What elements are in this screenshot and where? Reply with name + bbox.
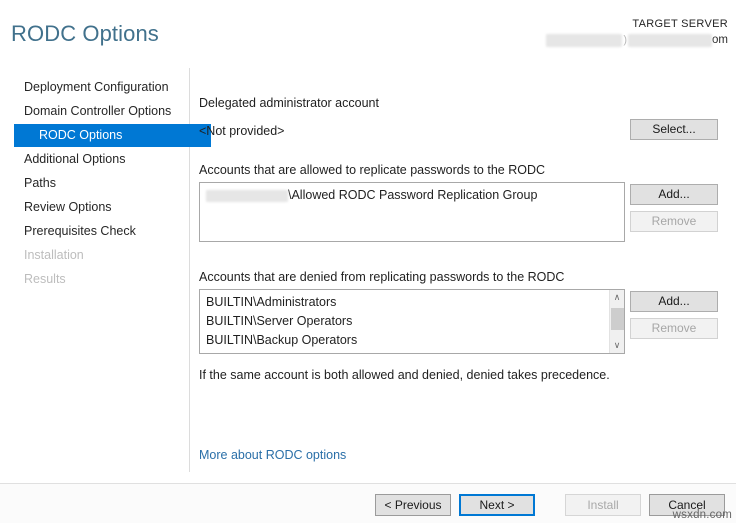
sidebar-item-label: Additional Options: [24, 152, 126, 166]
sidebar-item-label: Deployment Configuration: [24, 80, 169, 94]
sidebar-item-results: Results: [0, 268, 189, 291]
precedence-note: If the same account is both allowed and …: [199, 368, 610, 382]
wizard-sidebar: Deployment Configuration Domain Controll…: [0, 76, 211, 476]
sidebar-item-label: Results: [24, 272, 66, 286]
install-button: Install: [565, 494, 641, 516]
delegated-admin-label: Delegated administrator account: [199, 96, 379, 110]
sidebar-item-deployment-configuration[interactable]: Deployment Configuration: [0, 76, 189, 99]
sidebar-item-label: Review Options: [24, 200, 112, 214]
sidebar-item-label: Prerequisites Check: [24, 224, 136, 238]
target-server-name: ) om: [546, 33, 728, 49]
allowed-remove-button: Remove: [630, 211, 718, 232]
target-server-block: TARGET SERVER ) om: [546, 17, 728, 49]
denied-list-scrollbar[interactable]: ∧ ∨: [609, 290, 624, 353]
denied-add-button[interactable]: Add...: [630, 291, 718, 312]
list-item[interactable]: BUILTIN\Administrators: [200, 293, 624, 312]
denied-list-label: Accounts that are denied from replicatin…: [199, 270, 565, 284]
scroll-up-icon[interactable]: ∧: [610, 290, 624, 305]
scroll-down-icon[interactable]: ∨: [610, 338, 624, 353]
sidebar-item-label: Paths: [24, 176, 56, 190]
allowed-list-label: Accounts that are allowed to replicate p…: [199, 163, 546, 177]
list-item-label: BUILTIN\Backup Operators: [206, 333, 358, 347]
sidebar-item-domain-controller-options[interactable]: Domain Controller Options: [0, 100, 189, 123]
sidebar-item-additional-options[interactable]: Additional Options: [0, 148, 189, 171]
delegated-admin-value: <Not provided>: [199, 124, 285, 138]
site-watermark: wsxdn.com: [672, 509, 732, 521]
denied-remove-button: Remove: [630, 318, 718, 339]
list-item[interactable]: BUILTIN\Backup Operators: [200, 331, 624, 350]
target-server-label: TARGET SERVER: [632, 18, 728, 30]
redaction-block-server-1: [546, 34, 623, 48]
sidebar-item-rodc-options[interactable]: RODC Options: [14, 124, 211, 147]
list-item-label: \Allowed RODC Password Replication Group: [288, 188, 538, 202]
list-item[interactable]: \Allowed RODC Password Replication Group: [200, 186, 624, 205]
allowed-add-button[interactable]: Add...: [630, 184, 718, 205]
sidebar-item-paths[interactable]: Paths: [0, 172, 189, 195]
allowed-accounts-listbox[interactable]: \Allowed RODC Password Replication Group: [199, 182, 625, 242]
denied-accounts-listbox[interactable]: BUILTIN\Administrators BUILTIN\Server Op…: [199, 289, 625, 354]
page-title: RODC Options: [11, 21, 159, 46]
sidebar-item-prerequisites-check[interactable]: Prerequisites Check: [0, 220, 189, 243]
sidebar-item-installation: Installation: [0, 244, 189, 267]
scrollbar-thumb[interactable]: [611, 308, 624, 330]
next-button[interactable]: Next >: [459, 494, 535, 516]
page-header: RODC Options TARGET SERVER ) om: [0, 0, 736, 62]
sidebar-item-label: Domain Controller Options: [24, 104, 172, 118]
redaction-block-domain-prefix: [206, 189, 288, 202]
target-server-name-suffix: om: [712, 34, 728, 47]
redaction-block-server-2: [628, 34, 713, 48]
more-about-rodc-options-link[interactable]: More about RODC options: [199, 448, 346, 462]
list-item-label: BUILTIN\Server Operators: [206, 314, 353, 328]
sidebar-item-label: Installation: [24, 248, 84, 262]
wizard-footer: < Previous Next > Install Cancel wsxdn.c…: [0, 484, 736, 523]
previous-button[interactable]: < Previous: [375, 494, 451, 516]
list-item[interactable]: BUILTIN\Server Operators: [200, 312, 624, 331]
list-item-label: BUILTIN\Administrators: [206, 295, 337, 309]
select-button[interactable]: Select...: [630, 119, 718, 140]
sidebar-item-label: RODC Options: [39, 128, 123, 142]
sidebar-item-review-options[interactable]: Review Options: [0, 196, 189, 219]
